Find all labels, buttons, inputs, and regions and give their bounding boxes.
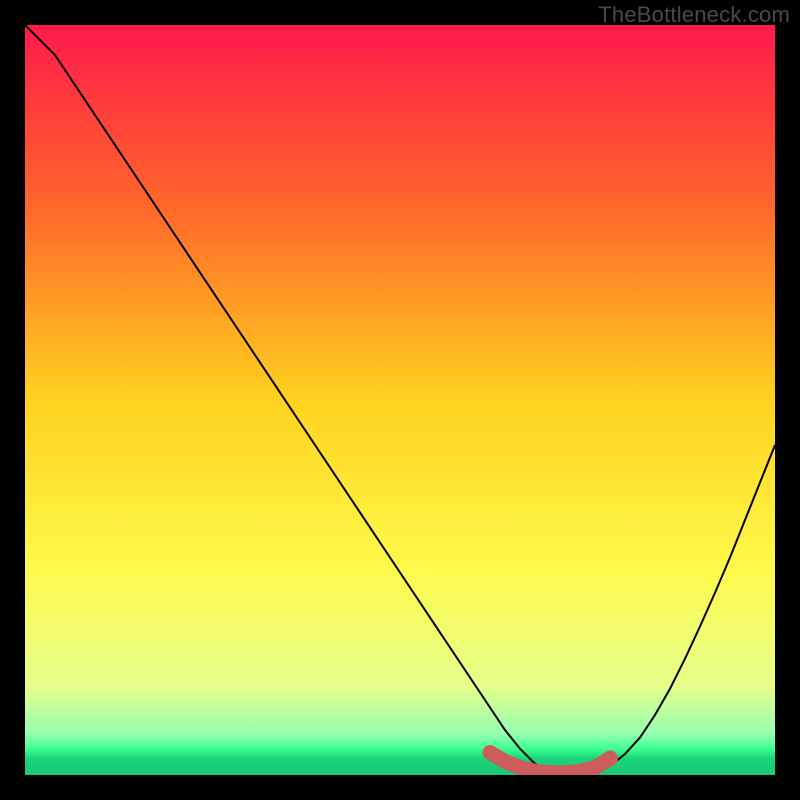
plot-area (25, 25, 775, 775)
chart-stage: TheBottleneck.com (0, 0, 800, 800)
gradient-background (25, 25, 775, 775)
optimal-band-end-marker (602, 751, 618, 767)
watermark-text: TheBottleneck.com (598, 2, 790, 28)
bottleneck-chart (25, 25, 775, 775)
